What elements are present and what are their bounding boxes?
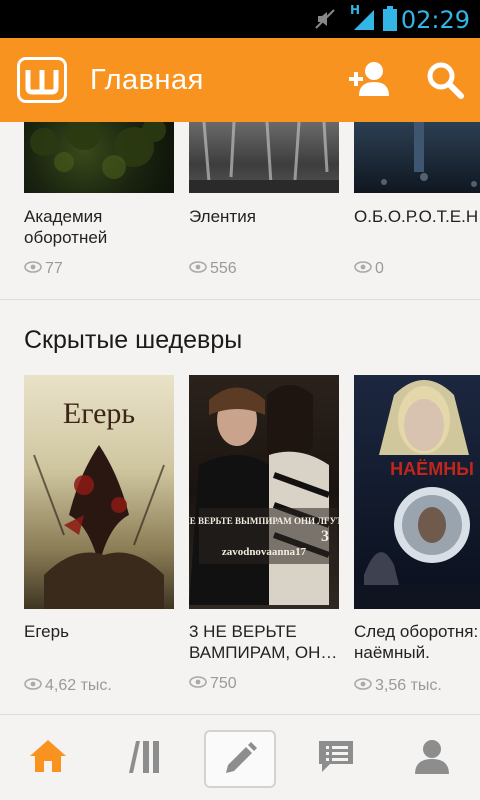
- view-count: 0: [354, 260, 384, 278]
- page-title: Главная: [90, 64, 204, 96]
- library-icon: [126, 737, 162, 780]
- add-friend-icon[interactable]: [349, 60, 391, 105]
- profile-icon: [413, 737, 451, 780]
- view-count: 77: [24, 260, 63, 278]
- battery-icon: [382, 6, 398, 37]
- view-count-value: 77: [45, 260, 63, 277]
- book-cover[interactable]: [24, 122, 174, 193]
- book-cover[interactable]: [189, 122, 339, 193]
- cover-number-text: 3: [321, 528, 329, 545]
- clock: 02:29: [400, 6, 470, 34]
- cover-title-text: НАЁМНЫ: [390, 459, 474, 479]
- cover-title-text: Егерь: [63, 397, 135, 430]
- view-count-value: 750: [210, 675, 237, 692]
- cover-author-text: zavodnovaanna17: [222, 546, 307, 558]
- write-icon: [222, 739, 258, 780]
- book-title[interactable]: 3 НЕ ВЕРЬТЕ ВАМПИРАМ, ОН…: [189, 621, 341, 663]
- tab-home[interactable]: [12, 729, 84, 787]
- view-count-value: 0: [375, 260, 384, 277]
- book-cover[interactable]: НАЁМНЫ: [354, 375, 480, 609]
- view-count-value: 556: [210, 260, 237, 277]
- messages-icon: [316, 738, 356, 779]
- home-icon: [28, 738, 68, 779]
- eye-icon: [189, 260, 207, 278]
- view-count: 4,62 тыс.: [24, 677, 112, 695]
- book-cover[interactable]: НЕ ВЕРЬТЕ ВЫМПИРАМ ОНИ ЛГУТ! 3 zavodnova…: [189, 375, 339, 609]
- view-count-value: 4,62 тыс.: [45, 677, 112, 694]
- view-count: 3,56 тыс.: [354, 677, 442, 695]
- eye-icon: [189, 675, 207, 693]
- view-count: 750: [189, 675, 237, 693]
- book-title[interactable]: О.Б.О.Р.О.Т.Е.Н: [354, 206, 480, 227]
- status-bar: H 02:29: [0, 0, 480, 38]
- section-title: Скрытые шедевры: [24, 326, 243, 354]
- book-title[interactable]: След оборотня: наёмный.: [354, 621, 480, 663]
- cover-title-text: НЕ ВЕРЬТЕ ВЫМПИРАМ ОНИ ЛГУТ!: [189, 516, 339, 526]
- tab-profile[interactable]: [396, 729, 468, 787]
- eye-icon: [354, 260, 372, 278]
- book-cover[interactable]: [354, 122, 480, 193]
- eye-icon: [24, 677, 42, 695]
- tab-library[interactable]: [108, 729, 180, 787]
- book-title[interactable]: Элентия: [189, 206, 341, 227]
- section-divider: [0, 299, 480, 300]
- bottom-nav: [0, 714, 480, 800]
- book-title[interactable]: Академия оборотней: [24, 206, 176, 248]
- mute-icon: [314, 8, 336, 35]
- network-type-label: H: [350, 3, 360, 17]
- signal-icon: H: [350, 2, 378, 37]
- book-cover[interactable]: Егерь: [24, 375, 174, 609]
- eye-icon: [24, 260, 42, 278]
- eye-icon: [354, 677, 372, 695]
- tab-messages[interactable]: [300, 729, 372, 787]
- home-feed[interactable]: Академия оборотней 77 Элентия 556 О.Б.О.…: [0, 122, 480, 714]
- book-title[interactable]: Егерь: [24, 621, 176, 642]
- view-count-value: 3,56 тыс.: [375, 677, 442, 694]
- tab-write[interactable]: [204, 730, 276, 788]
- wattpad-logo[interactable]: [17, 57, 67, 103]
- search-icon[interactable]: [425, 60, 465, 105]
- view-count: 556: [189, 260, 237, 278]
- app-bar: Главная: [0, 38, 480, 122]
